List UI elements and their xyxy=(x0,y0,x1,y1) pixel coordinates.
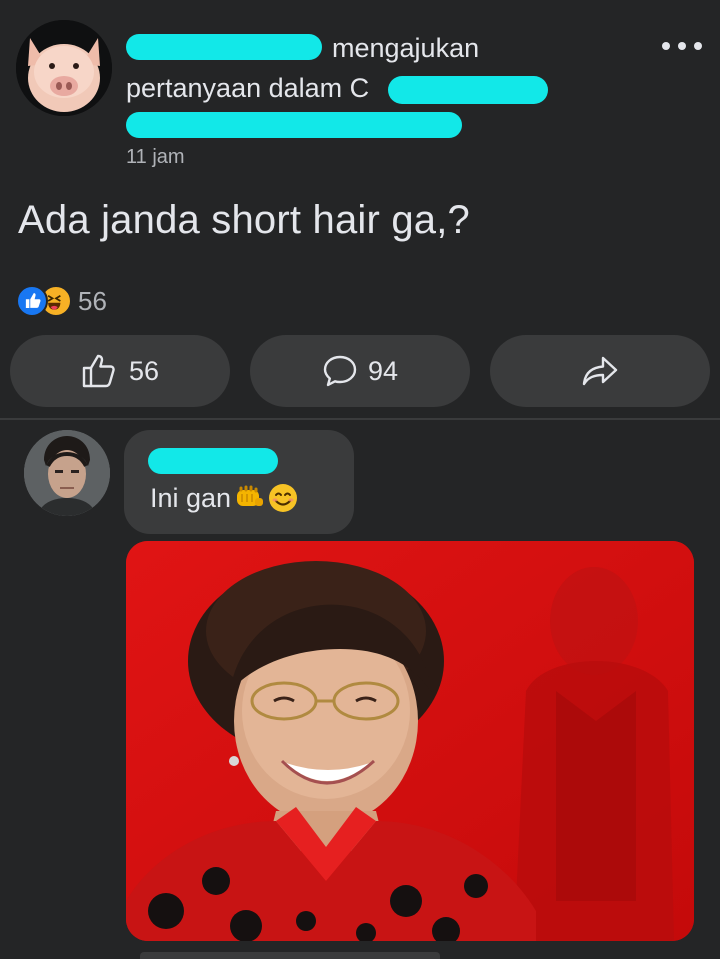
comment-text: Ini gan xyxy=(150,482,232,513)
post-timestamp[interactable]: 11 jam xyxy=(126,146,185,169)
man-avatar-icon[interactable] xyxy=(24,430,110,516)
post-actions: 56 94 xyxy=(10,335,710,407)
like-button[interactable]: 56 xyxy=(10,335,230,407)
comment-bubble[interactable]: Ini gan xyxy=(124,430,354,534)
header-group-text: pertanyaan dalam C xyxy=(126,73,370,103)
facebook-post-screen: mengajukan pertanyaan dalam C 11 jam Ada… xyxy=(0,0,720,959)
redacted-group-name-cont[interactable] xyxy=(126,112,462,138)
comment-bubble-icon xyxy=(323,355,357,387)
woman-red-background-photo[interactable] xyxy=(126,541,694,941)
smiling-face-emoji xyxy=(269,484,298,512)
post-header: mengajukan pertanyaan dalam C xyxy=(126,28,566,148)
comment-count: 94 xyxy=(367,355,399,386)
header-action-text: mengajukan xyxy=(332,33,480,63)
comment-button[interactable]: 94 xyxy=(250,335,470,407)
redacted-group-name[interactable] xyxy=(388,76,548,104)
post-text: Ada janda short hair ga,? xyxy=(18,198,470,242)
share-button[interactable] xyxy=(490,335,710,407)
reaction-count: 56 xyxy=(78,285,107,316)
redacted-author-name xyxy=(126,34,322,60)
next-comment-peek xyxy=(140,952,440,959)
section-divider xyxy=(0,418,720,420)
header-line-1: mengajukan xyxy=(126,28,566,68)
header-line-2: pertanyaan dalam C xyxy=(126,68,566,108)
pig-avatar-icon[interactable] xyxy=(16,20,112,116)
more-dots-icon[interactable] xyxy=(662,36,702,56)
comment-text-row: Ini gan xyxy=(150,482,299,514)
reactions-summary[interactable]: 56 xyxy=(16,284,107,318)
share-arrow-icon xyxy=(582,356,618,386)
like-count: 56 xyxy=(128,355,160,386)
thumbs-up-icon xyxy=(82,354,115,388)
header-line-3 xyxy=(126,108,566,148)
fist-bump-emoji xyxy=(237,485,264,506)
redacted-commenter-name[interactable] xyxy=(148,448,278,474)
like-reaction-icon xyxy=(16,285,48,317)
